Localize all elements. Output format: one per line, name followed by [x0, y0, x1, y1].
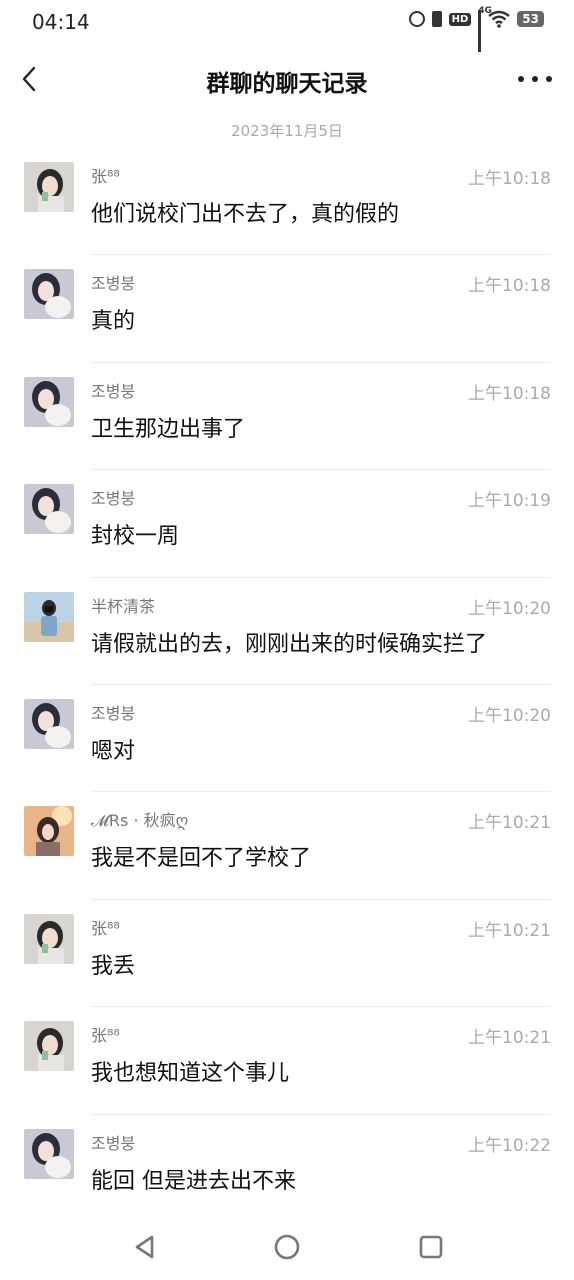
- list-item[interactable]: 조병붕 上午10:18 卫生那边出事了: [0, 363, 574, 471]
- sender-name: 张⁸⁸: [91, 167, 120, 186]
- sender-name: 𝓜Rs · 秋疯ღ: [91, 811, 189, 831]
- avatar[interactable]: [24, 698, 74, 749]
- sender-name: 张⁸⁸: [91, 1026, 120, 1046]
- sender-name: 조병붕: [91, 381, 136, 401]
- sender-name: 张⁸⁸: [91, 918, 120, 938]
- message-list: 张⁸⁸ 上午10:18 他们说校门出不去了，真的假的 조병붕 上午10:18 真…: [0, 148, 574, 1222]
- status-bar: 04:14 HD 4G 53: [0, 0, 574, 52]
- avatar[interactable]: [24, 269, 74, 320]
- message-time: 上午10:18: [468, 169, 551, 189]
- sender-name: 半杯清茶: [91, 596, 156, 616]
- message-time: 上午10:21: [468, 813, 551, 834]
- avatar[interactable]: [24, 484, 74, 535]
- message-time: 上午10:18: [468, 383, 551, 404]
- avatar[interactable]: [24, 162, 74, 212]
- message-text: 我也想知道这个事儿: [91, 1061, 290, 1087]
- more-dots-icon[interactable]: [518, 64, 552, 94]
- message-text: 我丢: [91, 953, 136, 979]
- battery-icon: 53: [517, 11, 544, 27]
- chat-header: 群聊的聊天记录: [0, 44, 574, 120]
- network-type: 4G: [478, 6, 492, 16]
- message-time: 上午10:22: [468, 1135, 551, 1156]
- message-text: 封校一周: [91, 524, 180, 550]
- list-item[interactable]: 조병붕 上午10:20 嗯对: [0, 685, 574, 793]
- sender-name: 조병붕: [91, 1133, 136, 1153]
- signal-icon: 4G: [478, 6, 492, 52]
- sender-name: 조병붕: [91, 274, 136, 294]
- message-time: 上午10:21: [468, 1028, 551, 1049]
- hd-icon: HD: [448, 12, 472, 26]
- list-item[interactable]: 조병붕 上午10:18 真的: [0, 255, 574, 363]
- message-time: 上午10:19: [468, 491, 551, 512]
- avatar[interactable]: [24, 806, 74, 857]
- message-text: 他们说校门出不去了，真的假的: [91, 202, 400, 227]
- alarm-icon: [408, 11, 425, 27]
- recents-square-icon[interactable]: [414, 1230, 448, 1264]
- status-icons: HD 4G 53: [408, 6, 544, 52]
- message-text: 请假就出的去，刚刚出来的时候确实拦了: [91, 631, 488, 657]
- home-circle-icon[interactable]: [270, 1230, 304, 1264]
- list-item[interactable]: 조병붕 上午10:22 能回 但是进去出不来: [0, 1115, 574, 1222]
- list-item[interactable]: 张⁸⁸ 上午10:21 我丢: [0, 900, 574, 1008]
- sender-name: 조병붕: [91, 703, 136, 723]
- vibrate-icon: [431, 11, 442, 27]
- message-time: 上午10:20: [468, 598, 551, 619]
- sender-name: 조병붕: [91, 489, 136, 509]
- message-time: 上午10:21: [468, 920, 551, 941]
- list-item[interactable]: 𝓜Rs · 秋疯ღ 上午10:21 我是不是回不了学校了: [0, 792, 574, 900]
- avatar[interactable]: [24, 1128, 74, 1179]
- page-title: 群聊的聊天记录: [206, 71, 368, 97]
- message-text: 能回 但是进去出不来: [91, 1168, 296, 1194]
- message-text: 嗯对: [91, 738, 136, 764]
- list-item[interactable]: 张⁸⁸ 上午10:18 他们说校门出不去了，真的假的: [0, 148, 574, 256]
- message-time: 上午10:18: [468, 276, 551, 297]
- avatar[interactable]: [24, 913, 74, 964]
- list-item[interactable]: 조병붕 上午10:19 封校一周: [0, 470, 574, 578]
- message-time: 上午10:20: [468, 705, 551, 726]
- message-text: 卫生那边出事了: [91, 416, 246, 442]
- message-text: 真的: [91, 309, 136, 335]
- avatar[interactable]: [24, 376, 74, 427]
- back-triangle-icon[interactable]: [128, 1230, 162, 1264]
- list-item[interactable]: 张⁸⁸ 上午10:21 我也想知道这个事儿: [0, 1007, 574, 1115]
- avatar[interactable]: [24, 1021, 74, 1072]
- status-time: 04:14: [32, 10, 90, 34]
- system-nav-bar: [0, 1210, 574, 1280]
- list-item[interactable]: 半杯清茶 上午10:20 请假就出的去，刚刚出来的时候确实拦了: [0, 578, 574, 685]
- message-text: 我是不是回不了学校了: [91, 846, 312, 872]
- avatar[interactable]: [24, 591, 74, 642]
- date-label: 2023年11月5日: [231, 122, 343, 140]
